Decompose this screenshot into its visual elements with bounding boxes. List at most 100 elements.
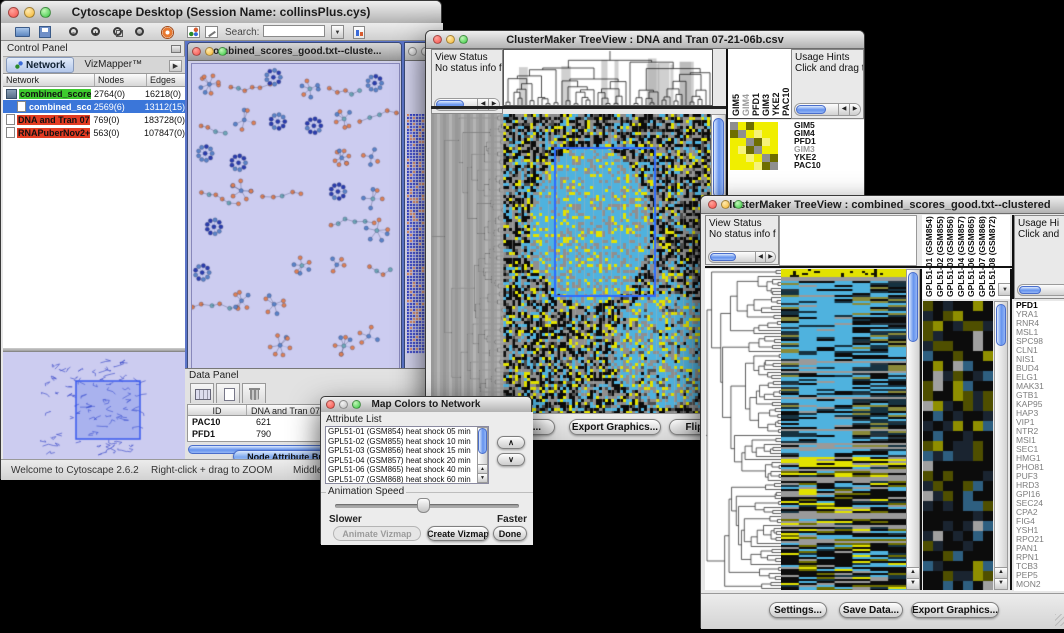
tab-network[interactable]: Network bbox=[6, 57, 74, 73]
tv1-status-hscrollbar[interactable]: ◀ ▶ bbox=[434, 98, 500, 111]
export-graphics-button[interactable]: Export Graphics... bbox=[569, 419, 661, 435]
save-data-button[interactable]: Save Data... bbox=[839, 602, 903, 618]
animate-vizmap-button[interactable]: Animate Vizmap bbox=[333, 526, 421, 541]
table-view-icon[interactable] bbox=[190, 383, 214, 403]
heatmap-cell[interactable] bbox=[746, 138, 754, 146]
heatmap-cell[interactable] bbox=[738, 122, 746, 130]
heatmap-cell[interactable] bbox=[738, 162, 746, 170]
scroll-right-icon[interactable]: ▶ bbox=[765, 252, 775, 262]
tv2-heatmap-vscrollbar[interactable]: ▲ ▼ bbox=[906, 269, 920, 590]
tv1-column-dendrogram-canvas[interactable] bbox=[503, 49, 713, 106]
scroll-thumb[interactable] bbox=[996, 304, 1006, 346]
heatmap-cell[interactable] bbox=[746, 162, 754, 170]
scroll-thumb[interactable] bbox=[1019, 286, 1041, 294]
scroll-right-icon[interactable]: ▶ bbox=[849, 104, 860, 115]
heatmap-cell[interactable] bbox=[738, 154, 746, 162]
birdseye-view[interactable] bbox=[3, 351, 185, 459]
speed-slider-thumb[interactable] bbox=[417, 498, 430, 513]
heatmap-cell[interactable] bbox=[738, 130, 746, 138]
network-canvas[interactable] bbox=[191, 63, 400, 369]
heatmap-cell[interactable] bbox=[762, 154, 770, 162]
close-icon[interactable] bbox=[8, 7, 19, 18]
close-icon[interactable] bbox=[433, 35, 442, 44]
tab-vizmapper[interactable]: VizMapper™ bbox=[74, 58, 152, 72]
heatmap-cell[interactable] bbox=[770, 146, 778, 154]
node-color-icon[interactable] bbox=[187, 26, 200, 38]
tv1-hdivider[interactable] bbox=[431, 106, 726, 109]
export-graphics-button[interactable]: Export Graphics... bbox=[911, 602, 999, 618]
heatmap-cell[interactable] bbox=[746, 154, 754, 162]
zoom-in-icon[interactable]: + bbox=[91, 27, 100, 36]
heatmap-cell[interactable] bbox=[770, 130, 778, 138]
tv1-heatmap-canvas[interactable] bbox=[503, 114, 711, 413]
scroll-thumb[interactable] bbox=[478, 428, 487, 454]
data-col-id[interactable]: ID bbox=[188, 405, 247, 415]
scroll-thumb[interactable] bbox=[908, 272, 918, 342]
heatmap-cell[interactable] bbox=[730, 154, 738, 162]
search-input[interactable] bbox=[263, 25, 325, 37]
heatmap-cell[interactable] bbox=[754, 122, 762, 130]
list-item[interactable]: GPL51-02 (GSM855) heat shock 10 min bbox=[326, 437, 488, 447]
row-label[interactable]: PAC10 bbox=[794, 161, 858, 169]
close-icon[interactable] bbox=[192, 47, 201, 56]
close-icon[interactable] bbox=[326, 400, 335, 409]
scroll-down-icon[interactable]: ▼ bbox=[907, 578, 919, 589]
heatmap-cell[interactable] bbox=[746, 130, 754, 138]
trash-icon[interactable] bbox=[242, 383, 266, 403]
scroll-down-icon[interactable]: ▼ bbox=[995, 578, 1007, 589]
zoom-window-icon[interactable] bbox=[459, 35, 468, 44]
main-titlebar[interactable]: Cytoscape Desktop (Session Name: collins… bbox=[1, 1, 441, 24]
gene-label[interactable]: MON2 bbox=[1014, 580, 1064, 589]
minimize-icon[interactable] bbox=[721, 200, 730, 209]
heatmap-cell[interactable] bbox=[762, 146, 770, 154]
zoom-window-icon[interactable] bbox=[734, 200, 743, 209]
settings-button[interactable]: Settings... bbox=[769, 602, 827, 618]
tv1-mini-heatmap[interactable] bbox=[730, 122, 778, 170]
heatmap-cell[interactable] bbox=[730, 130, 738, 138]
treeview1-titlebar[interactable]: ClusterMaker TreeView : DNA and Tran 07-… bbox=[426, 31, 864, 49]
tv2-zoom-heatmap-canvas[interactable] bbox=[923, 301, 993, 590]
scroll-left-icon[interactable]: ◀ bbox=[755, 252, 765, 262]
heatmap-cell[interactable] bbox=[762, 122, 770, 130]
table-row[interactable]: RNAPuberNov2+563(0)107847(0) bbox=[3, 126, 185, 139]
save-disk-icon[interactable] bbox=[39, 26, 51, 38]
zoom-window-icon[interactable] bbox=[218, 47, 227, 56]
list-item[interactable]: GPL51-06 (GSM865) heat shock 40 min bbox=[326, 465, 488, 475]
heatmap-cell[interactable] bbox=[770, 162, 778, 170]
heatmap-cell[interactable] bbox=[746, 146, 754, 154]
minimize-icon[interactable] bbox=[339, 400, 348, 409]
tv2-usage-hscrollbar[interactable] bbox=[1017, 284, 1064, 296]
tv1-usage-hscrollbar[interactable]: ◀ ▶ bbox=[794, 103, 861, 116]
zoom-selected-icon[interactable] bbox=[135, 27, 144, 36]
annotation-icon[interactable] bbox=[205, 26, 218, 38]
heatmap-cell[interactable] bbox=[762, 130, 770, 138]
col-network[interactable]: Network bbox=[3, 74, 95, 86]
help-lifesaver-icon[interactable] bbox=[161, 26, 174, 39]
list-item[interactable]: GPL51-01 (GSM854) heat shock 05 min bbox=[326, 427, 488, 437]
attribute-listbox[interactable]: GPL51-01 (GSM854) heat shock 05 minGPL51… bbox=[325, 426, 489, 484]
create-vizmap-button[interactable]: Create Vizmap bbox=[427, 526, 489, 541]
heatmap-cell[interactable] bbox=[730, 146, 738, 154]
report-page-icon[interactable] bbox=[353, 26, 365, 39]
scroll-thumb[interactable] bbox=[713, 118, 724, 198]
col-nodes[interactable]: Nodes bbox=[95, 74, 147, 86]
open-folder-icon[interactable] bbox=[15, 27, 30, 37]
tv1-row-dendrogram-canvas[interactable] bbox=[431, 114, 503, 413]
tv2-status-hscrollbar[interactable]: ◀ ▶ bbox=[708, 251, 776, 263]
scroll-left-icon[interactable]: ◀ bbox=[838, 104, 849, 115]
minimize-icon[interactable] bbox=[24, 7, 35, 18]
table-row[interactable]: combined_scores2764(0)16218(0) bbox=[3, 87, 185, 100]
new-document-icon[interactable] bbox=[216, 383, 240, 403]
scroll-thumb[interactable] bbox=[710, 253, 736, 261]
scroll-up-icon[interactable]: ▲ bbox=[478, 464, 487, 473]
close-icon[interactable] bbox=[408, 47, 417, 56]
list-item[interactable]: GPL51-03 (GSM856) heat shock 15 min bbox=[326, 446, 488, 456]
tab-overflow-arrow-icon[interactable]: ▶ bbox=[169, 60, 182, 72]
tv2-heatmap-canvas[interactable] bbox=[781, 269, 906, 590]
heatmap-cell[interactable] bbox=[754, 154, 762, 162]
col-edges[interactable]: Edges bbox=[147, 74, 185, 86]
dialog-titlebar[interactable]: Map Colors to Network bbox=[321, 397, 531, 413]
scroll-down-icon[interactable]: ▼ bbox=[478, 473, 487, 482]
list-item[interactable]: GPL51-04 (GSM857) heat shock 20 min bbox=[326, 456, 488, 466]
table-row[interactable]: DNA and Tran 07769(0)183728(0) bbox=[3, 113, 185, 126]
